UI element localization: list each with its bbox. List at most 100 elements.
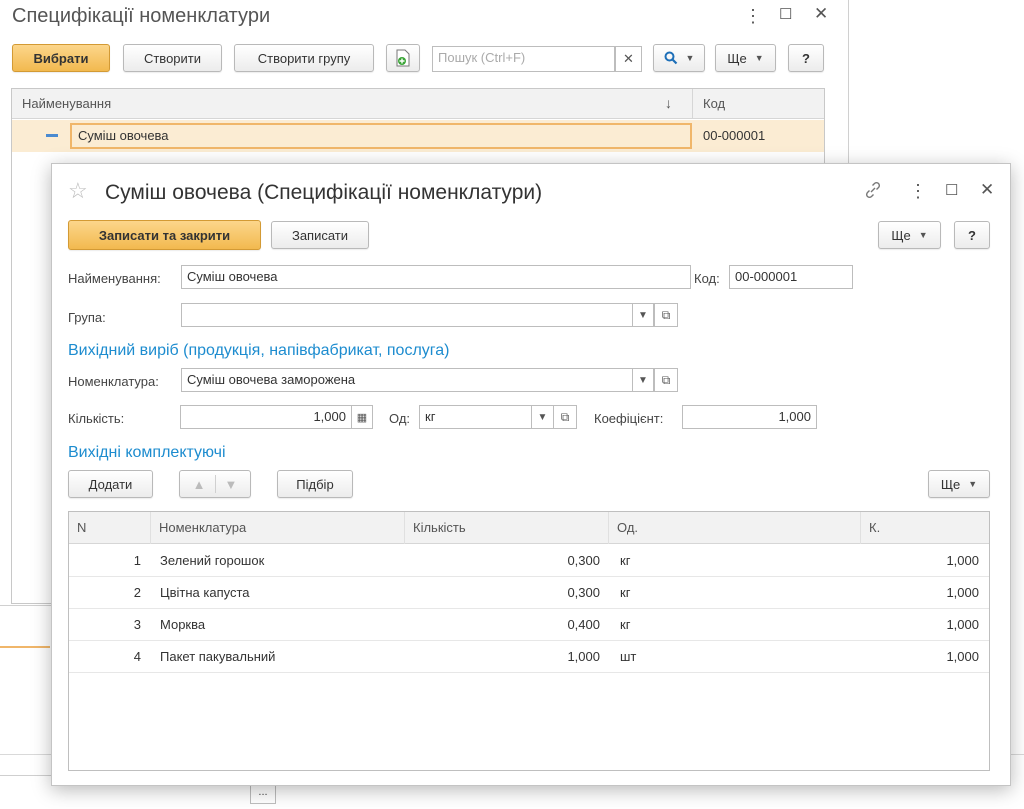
cell-n: 2 bbox=[133, 585, 141, 600]
column-k-header[interactable]: К. bbox=[861, 512, 989, 544]
list-help-button[interactable]: ? bbox=[788, 44, 824, 72]
column-name-header[interactable]: Найменування bbox=[22, 96, 111, 111]
save-and-close-button[interactable]: Записати та закрити bbox=[68, 220, 261, 250]
cell-n: 3 bbox=[133, 617, 141, 632]
name-label: Найменування: bbox=[68, 271, 161, 286]
cell-k: 1,000 bbox=[946, 553, 979, 568]
column-code-header[interactable]: Код bbox=[703, 96, 725, 111]
chevron-down-icon: ▼ bbox=[754, 53, 764, 63]
quantity-input[interactable]: 1,000 bbox=[180, 405, 352, 429]
move-down-icon[interactable]: ▼ bbox=[225, 477, 238, 492]
components-table: N Номенклатура Кількість Од. К. 1 Зелени… bbox=[68, 511, 990, 771]
column-quantity-header[interactable]: Кількість bbox=[405, 512, 609, 544]
add-button[interactable]: Додати bbox=[68, 470, 153, 498]
search-button[interactable]: ▼ bbox=[653, 44, 705, 72]
cell-quantity: 0,300 bbox=[567, 553, 600, 568]
cell-k: 1,000 bbox=[946, 649, 979, 664]
column-n-header[interactable]: N bbox=[69, 512, 151, 544]
table-row[interactable]: 4 Пакет пакувальний 1,000 шт 1,000 bbox=[69, 641, 989, 673]
group-input[interactable] bbox=[181, 303, 633, 327]
cell-nomenclature: Зелений горошок bbox=[160, 553, 265, 568]
column-divider bbox=[692, 89, 693, 119]
components-more-button[interactable]: Ще ▼ bbox=[928, 470, 990, 498]
list-row[interactable]: Суміш овочева 00-000001 bbox=[12, 120, 824, 152]
components-more-label: Ще bbox=[940, 476, 961, 492]
dialog-more-label: Ще bbox=[891, 227, 911, 243]
chevron-down-icon: ▼ bbox=[968, 479, 978, 489]
search-input[interactable]: Пошук (Ctrl+F) bbox=[432, 46, 615, 72]
coefficient-label: Коефіцієнт: bbox=[594, 411, 664, 426]
output-section-title: Вихідний виріб (продукція, напівфабрикат… bbox=[68, 342, 450, 359]
select-button[interactable]: Вибрати bbox=[12, 44, 110, 72]
maximize-icon[interactable]: ☐ bbox=[945, 181, 958, 199]
list-more-button[interactable]: Ще ▼ bbox=[715, 44, 776, 72]
dialog-more-button[interactable]: Ще ▼ bbox=[878, 221, 941, 249]
code-label: Код: bbox=[694, 271, 720, 286]
calculator-icon[interactable]: ▦ bbox=[351, 405, 373, 429]
cell-quantity: 0,300 bbox=[567, 585, 600, 600]
button-divider bbox=[214, 475, 216, 493]
coefficient-input[interactable]: 1,000 bbox=[682, 405, 817, 429]
cell-unit: кг bbox=[620, 553, 631, 568]
cell-unit: кг bbox=[620, 585, 631, 600]
more-vertical-icon[interactable]: ⋮ bbox=[744, 6, 762, 27]
chevron-down-icon: ▼ bbox=[685, 53, 695, 63]
unit-label: Од: bbox=[389, 411, 411, 426]
list-row-name: Суміш овочева bbox=[70, 123, 692, 149]
maximize-icon[interactable]: ☐ bbox=[779, 5, 792, 23]
unit-input[interactable]: кг bbox=[419, 405, 532, 429]
column-nomenclature-header[interactable]: Номенклатура bbox=[151, 512, 405, 544]
cell-nomenclature: Морква bbox=[160, 617, 206, 632]
cell-unit: кг bbox=[620, 617, 631, 632]
nomenclature-input[interactable]: Суміш овочева заморожена bbox=[181, 368, 633, 392]
group-open-icon[interactable]: ⧉ bbox=[654, 303, 678, 327]
move-buttons: ▲ ▼ bbox=[179, 470, 251, 498]
list-grid-header: Найменування ↓ Код bbox=[12, 89, 824, 119]
unit-open-icon[interactable]: ⧉ bbox=[553, 405, 577, 429]
nomenclature-open-icon[interactable]: ⧉ bbox=[654, 368, 678, 392]
nomenclature-dropdown-icon[interactable]: ▼ bbox=[632, 368, 654, 392]
favorite-star-icon[interactable]: ☆ bbox=[68, 178, 88, 204]
table-row[interactable]: 1 Зелений горошок 0,300 кг 1,000 bbox=[69, 545, 989, 577]
table-row[interactable]: 2 Цвітна капуста 0,300 кг 1,000 bbox=[69, 577, 989, 609]
clear-search-icon[interactable]: ✕ bbox=[615, 46, 642, 72]
components-section-title: Вихідні комплектуючі bbox=[68, 444, 226, 461]
close-icon[interactable]: ✕ bbox=[814, 4, 828, 24]
list-window-title: Специфікації номенклатури bbox=[12, 5, 271, 27]
background-accent-line bbox=[0, 646, 50, 648]
cell-k: 1,000 bbox=[946, 585, 979, 600]
table-header: N Номенклатура Кількість Од. К. bbox=[69, 512, 989, 544]
quantity-label: Кількість: bbox=[68, 411, 125, 426]
cell-nomenclature: Цвітна капуста bbox=[160, 585, 250, 600]
add-copy-button[interactable] bbox=[386, 44, 420, 72]
table-row[interactable]: 3 Морква 0,400 кг 1,000 bbox=[69, 609, 989, 641]
cell-n: 1 bbox=[133, 553, 141, 568]
ellipsis-button[interactable]: ... bbox=[250, 784, 276, 804]
cell-k: 1,000 bbox=[946, 617, 979, 632]
specification-dialog: ☆ Суміш овочева (Специфікації номенклату… bbox=[51, 163, 1011, 786]
cell-quantity: 0,400 bbox=[567, 617, 600, 632]
search-icon bbox=[664, 51, 677, 65]
document-add-icon bbox=[396, 49, 410, 67]
group-label: Група: bbox=[68, 310, 106, 325]
item-marker-icon bbox=[46, 134, 58, 137]
create-group-button[interactable]: Створити групу bbox=[234, 44, 374, 72]
unit-dropdown-icon[interactable]: ▼ bbox=[531, 405, 554, 429]
create-button[interactable]: Створити bbox=[123, 44, 222, 72]
column-unit-header[interactable]: Од. bbox=[609, 512, 861, 544]
cell-quantity: 1,000 bbox=[567, 649, 600, 664]
dialog-help-button[interactable]: ? bbox=[954, 221, 990, 249]
name-input[interactable]: Суміш овочева bbox=[181, 265, 691, 289]
code-input[interactable]: 00-000001 bbox=[729, 265, 853, 289]
close-icon[interactable]: ✕ bbox=[980, 180, 994, 200]
more-vertical-icon[interactable]: ⋮ bbox=[909, 181, 927, 202]
move-up-icon[interactable]: ▲ bbox=[193, 477, 206, 492]
dialog-title: Суміш овочева (Специфікації номенклатури… bbox=[105, 181, 543, 204]
list-row-code: 00-000001 bbox=[703, 128, 766, 143]
pick-button[interactable]: Підбір bbox=[277, 470, 353, 498]
group-dropdown-icon[interactable]: ▼ bbox=[632, 303, 654, 327]
link-icon[interactable] bbox=[863, 180, 883, 203]
save-button[interactable]: Записати bbox=[271, 221, 369, 249]
nomenclature-label: Номенклатура: bbox=[68, 374, 159, 389]
cell-nomenclature: Пакет пакувальний bbox=[160, 649, 276, 664]
